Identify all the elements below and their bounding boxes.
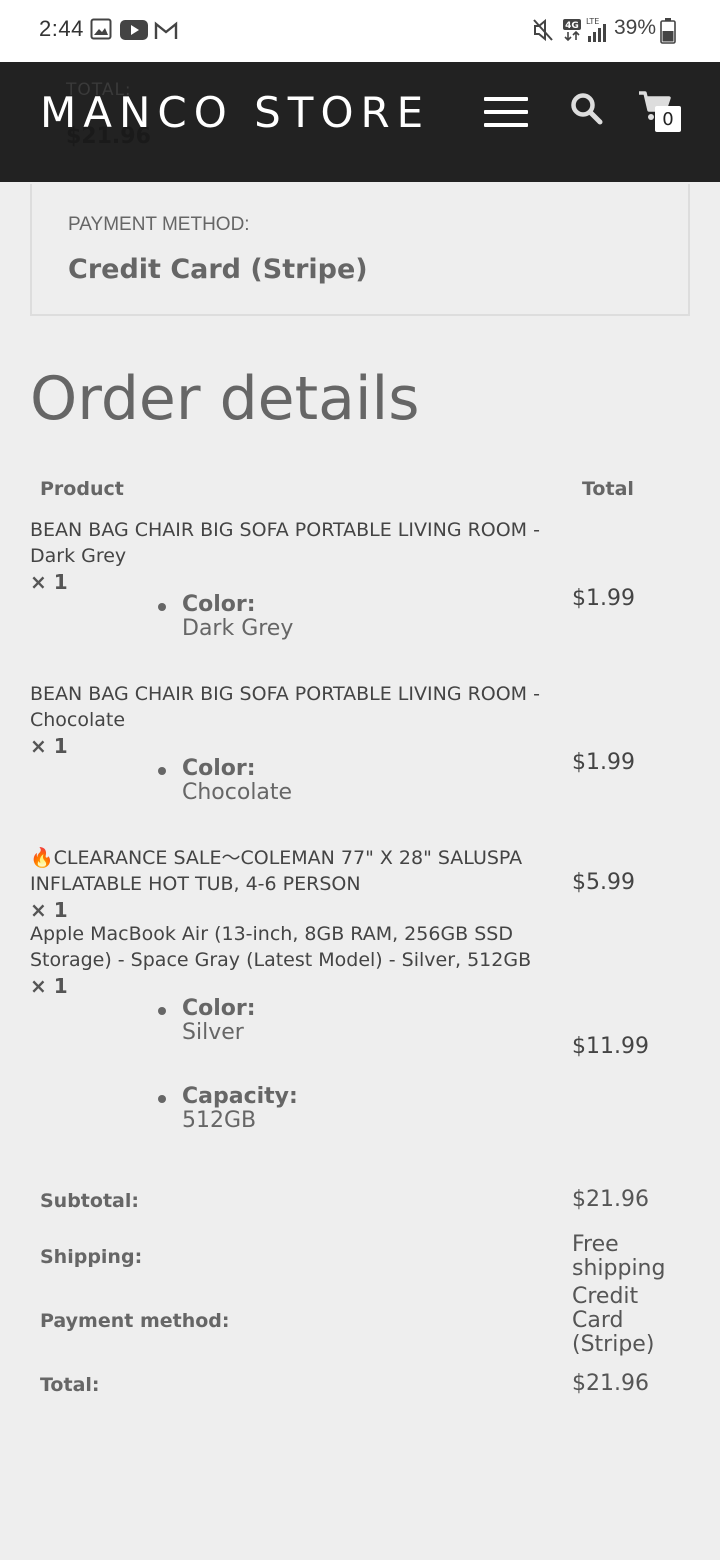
status-bar: 2:44 4G LTE 39% <box>0 0 720 62</box>
order-details-title: Order details <box>30 364 420 434</box>
payment-method-label: PAYMENT METHOD: <box>68 214 250 235</box>
subtotal-value: $21.96 <box>572 1187 649 1212</box>
product-name-link[interactable]: BEAN BAG CHAIR BIG SOFA PORTABLE LIVING … <box>30 517 550 569</box>
product-total: $11.99 <box>572 1034 649 1059</box>
shipping-label: Shipping: <box>40 1246 143 1268</box>
search-icon[interactable] <box>570 92 604 126</box>
meta-key: Color: <box>182 592 256 617</box>
site-header: TOTAL: $21.96 MANCO STORE 0 <box>0 62 720 182</box>
meta-value: Chocolate <box>182 780 293 805</box>
product-quantity: × 1 <box>30 734 68 758</box>
svg-text:LTE: LTE <box>586 17 599 26</box>
order-total-label: Total: <box>40 1374 100 1396</box>
column-header-product: Product <box>40 478 124 500</box>
subtotal-label: Subtotal: <box>40 1190 139 1212</box>
bullet <box>158 603 166 611</box>
image-icon <box>90 18 112 44</box>
order-payment-method-label: Payment method: <box>40 1310 230 1332</box>
bullet <box>158 1007 166 1015</box>
product-quantity: × 1 <box>30 570 68 594</box>
product-total: $1.99 <box>572 750 635 775</box>
cart-count-badge[interactable]: 0 <box>655 106 681 132</box>
menu-icon[interactable] <box>484 97 528 129</box>
column-header-total: Total <box>582 478 634 500</box>
meta-value: Dark Grey <box>182 616 294 641</box>
product-quantity: × 1 <box>30 898 68 922</box>
battery-icon <box>660 18 676 48</box>
mute-icon <box>532 18 554 46</box>
payment-method-value: Credit Card (Stripe) <box>68 254 368 285</box>
product-name-link[interactable]: 🔥CLEARANCE SALE～COLEMAN 77" X 28" SALUSP… <box>30 845 550 897</box>
bullet <box>158 1095 166 1103</box>
meta-value: 512GB <box>182 1108 257 1133</box>
svg-text:4G: 4G <box>565 21 579 31</box>
gmail-icon <box>154 21 178 44</box>
meta-key: Color: <box>182 996 256 1021</box>
youtube-icon <box>120 20 148 44</box>
payment-method-box: PAYMENT METHOD: Credit Card (Stripe) <box>30 184 690 316</box>
product-total: $1.99 <box>572 586 635 611</box>
meta-key: Capacity: <box>182 1084 298 1109</box>
shipping-value: Free shipping <box>572 1232 666 1281</box>
signal-icon: LTE <box>586 16 610 48</box>
battery-percent: 39% <box>614 16 657 39</box>
network-4g-icon: 4G <box>562 18 582 46</box>
product-total: $5.99 <box>572 870 635 895</box>
order-total-value: $21.96 <box>572 1371 649 1396</box>
product-quantity: × 1 <box>30 974 68 998</box>
site-logo[interactable]: MANCO STORE <box>40 88 430 137</box>
status-time: 2:44 <box>39 16 84 41</box>
product-name-link[interactable]: BEAN BAG CHAIR BIG SOFA PORTABLE LIVING … <box>30 681 550 733</box>
order-payment-method-value: Credit Card (Stripe) <box>572 1284 655 1357</box>
meta-value: Silver <box>182 1020 244 1045</box>
product-name-link[interactable]: Apple MacBook Air (13-inch, 8GB RAM, 256… <box>30 921 550 973</box>
bullet <box>158 767 166 775</box>
meta-key: Color: <box>182 756 256 781</box>
